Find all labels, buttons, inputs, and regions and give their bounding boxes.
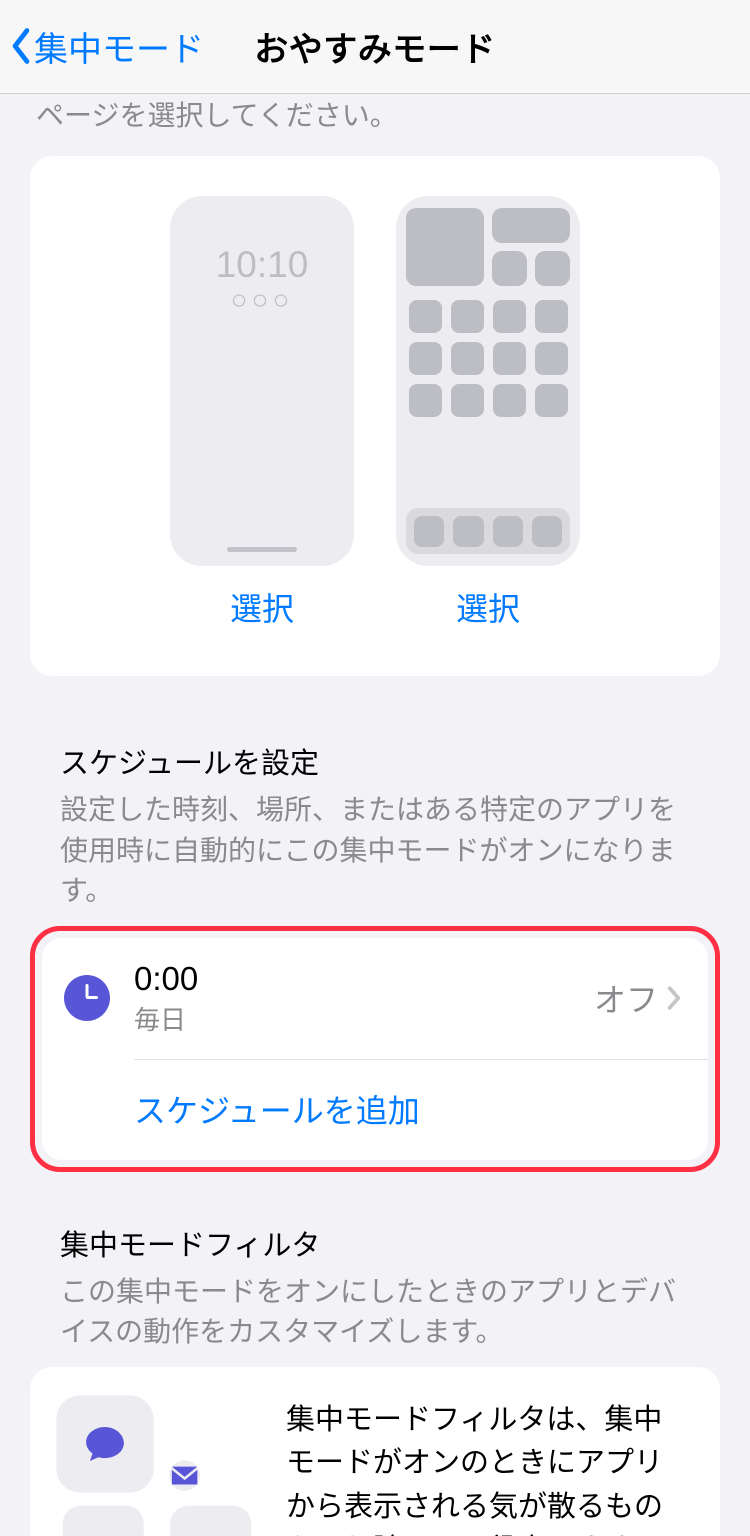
home-indicator-icon <box>227 547 297 552</box>
nav-bar: 集中モード おやすみモード <box>0 0 750 94</box>
chevron-right-icon <box>666 985 682 1011</box>
calendar-icon <box>63 1506 144 1536</box>
app-placeholder-icon <box>414 516 444 547</box>
back-button[interactable]: 集中モード <box>10 22 204 71</box>
schedule-section-header: スケジュールを設定 設定した時刻、場所、またはある特定のアプリを使用時に自動的に… <box>30 740 720 912</box>
app-placeholder-icon <box>409 384 442 417</box>
widget-placeholder-icon <box>492 208 570 243</box>
app-placeholder-icon <box>453 516 483 547</box>
lock-screen-preview[interactable]: 10:10 ○○○ <box>170 196 354 566</box>
home-screen-preview-column: 選択 <box>396 196 580 630</box>
app-placeholder-icon <box>451 342 484 375</box>
app-placeholder-icon <box>451 384 484 417</box>
screen-customize-card: 10:10 ○○○ 選択 <box>30 156 720 676</box>
truncated-instruction: ページを選択してください。 <box>0 94 750 134</box>
app-placeholder-icon <box>409 300 442 333</box>
add-schedule-button[interactable]: スケジュールを追加 <box>42 1060 708 1160</box>
schedule-time: 0:00 <box>134 960 594 998</box>
schedule-header: スケジュールを設定 <box>60 740 690 782</box>
app-placeholder-icon <box>535 300 568 333</box>
app-placeholder-icon <box>493 342 526 375</box>
filters-section-header: 集中モードフィルタ この集中モードをオンにしたときのアプリとデバイスの動作をカス… <box>30 1222 720 1353</box>
filters-body: 集中モードフィルタは、集中モードがオンのときにアプリから表示される気が散るものを… <box>286 1399 690 1536</box>
app-placeholder-icon <box>493 384 526 417</box>
select-home-screen-button[interactable]: 選択 <box>456 584 520 630</box>
page-title: おやすみモード <box>254 22 496 71</box>
lock-screen-preview-column: 10:10 ○○○ 選択 <box>170 196 354 630</box>
chat-icon <box>56 1395 153 1492</box>
filters-desc: この集中モードをオンにしたときのアプリとデバイスの動作をカスタマイズします。 <box>60 1272 690 1353</box>
app-placeholder-icon <box>409 342 442 375</box>
clock-icon <box>64 975 110 1021</box>
app-placeholder-icon <box>535 342 568 375</box>
schedule-repeat: 毎日 <box>134 1000 594 1037</box>
back-label: 集中モード <box>34 22 204 71</box>
schedule-item[interactable]: 0:00 毎日 オフ <box>42 938 708 1059</box>
schedule-desc: 設定した時刻、場所、またはある特定のアプリを使用時に自動的にこの集中モードがオン… <box>60 790 690 912</box>
filters-card: 集中モードフィルタは、集中モードがオンのときにアプリから表示される気が散るものを… <box>30 1367 720 1536</box>
app-placeholder-icon <box>451 300 484 333</box>
app-placeholder-icon <box>493 516 523 547</box>
battery-icon <box>170 1506 251 1536</box>
mail-icon <box>169 1460 200 1491</box>
lock-dots: ○○○ <box>180 284 344 316</box>
app-placeholder-icon <box>535 384 568 417</box>
select-lock-screen-button[interactable]: 選択 <box>230 584 294 630</box>
home-screen-preview[interactable] <box>396 196 580 566</box>
widget-placeholder-icon <box>406 208 484 286</box>
dock <box>406 508 570 554</box>
lock-time: 10:10 <box>180 244 344 286</box>
filter-icons-cluster <box>60 1399 256 1536</box>
app-placeholder-icon <box>532 516 562 547</box>
app-placeholder-icon <box>493 300 526 333</box>
widget-placeholder-icon <box>535 251 570 286</box>
schedule-card: 0:00 毎日 オフ スケジュールを追加 <box>42 938 708 1160</box>
filters-header: 集中モードフィルタ <box>60 1222 690 1264</box>
schedule-highlight: 0:00 毎日 オフ スケジュールを追加 <box>30 926 720 1172</box>
chevron-left-icon <box>10 27 32 67</box>
schedule-status: オフ <box>594 975 658 1021</box>
widget-placeholder-icon <box>492 251 527 286</box>
